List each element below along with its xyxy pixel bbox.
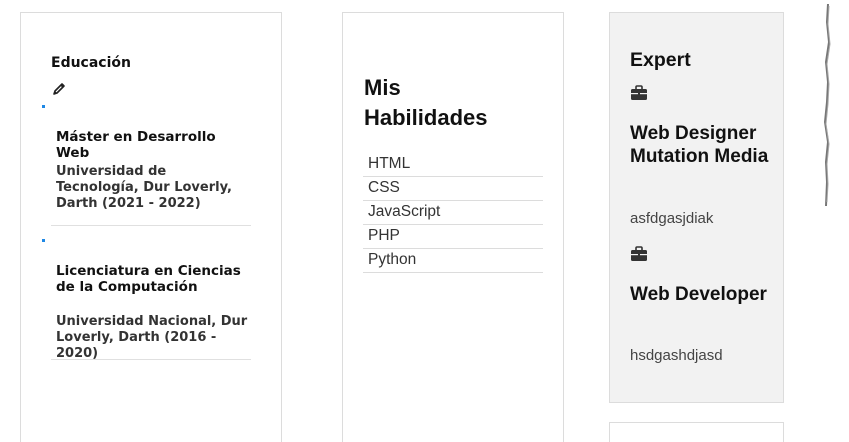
next-card: [609, 422, 784, 442]
education-degree: Licenciatura en Ciencias de la Computaci…: [56, 263, 241, 295]
list-bullet: [42, 105, 45, 108]
experience-card: Expert Web Designer Mutation Media asfdg…: [609, 12, 784, 403]
education-title: Educación: [51, 55, 131, 71]
scribble-decoration: [823, 3, 831, 207]
pencil-icon[interactable]: [51, 81, 67, 97]
skill-item: HTML: [363, 153, 543, 177]
skill-item: Python: [363, 249, 543, 273]
list-bullet: [42, 239, 45, 242]
experience-description: asfdgasjdiak: [630, 210, 714, 227]
skills-card: Mis Habilidades HTML CSS JavaScript PHP …: [342, 12, 564, 442]
experience-role: Web Developer: [630, 284, 767, 305]
experience-title: Expert: [630, 49, 691, 71]
education-item: Licenciatura en Ciencias de la Computaci…: [51, 257, 251, 361]
briefcase-icon: [631, 85, 647, 100]
skills-list: HTML CSS JavaScript PHP Python: [363, 153, 543, 273]
experience-role: Web Designer Mutation Media: [630, 123, 769, 167]
skills-title: Mis Habilidades: [364, 75, 488, 130]
education-card: Educación Máster en Desarrollo Web Unive…: [20, 12, 282, 442]
experience-description: hsdgashdjasd: [630, 347, 723, 364]
education-school: Universidad Nacional, Dur Loverly, Darth…: [56, 314, 248, 361]
skill-item: JavaScript: [363, 201, 543, 225]
briefcase-icon: [631, 246, 647, 261]
education-item: Máster en Desarrollo Web Universidad de …: [51, 123, 251, 226]
education-degree: Máster en Desarrollo Web: [56, 129, 216, 161]
education-school: Universidad de Tecnología, Dur Loverly, …: [56, 164, 232, 211]
skill-item: CSS: [363, 177, 543, 201]
skill-item: PHP: [363, 225, 543, 249]
